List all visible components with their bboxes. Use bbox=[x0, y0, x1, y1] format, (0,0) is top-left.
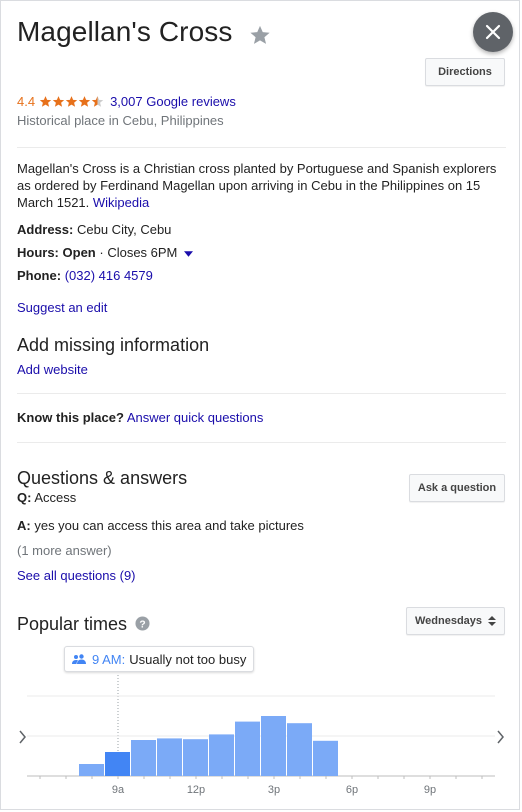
bar-11a[interactable] bbox=[157, 738, 182, 776]
tooltip-text: Usually not too busy bbox=[129, 651, 247, 667]
bar-5p[interactable] bbox=[313, 740, 338, 776]
bar-12p[interactable] bbox=[183, 739, 208, 776]
chevron-right-icon[interactable] bbox=[497, 730, 504, 744]
tooltip-time: 9 AM: bbox=[92, 651, 126, 667]
bar-4p[interactable] bbox=[287, 723, 312, 776]
tick-label-12p: 12p bbox=[187, 784, 205, 796]
tick-label-9a: 9a bbox=[112, 784, 125, 796]
bar-2p[interactable] bbox=[235, 721, 260, 776]
tick-label-3p: 3p bbox=[268, 784, 280, 796]
people-icon bbox=[72, 654, 86, 664]
bar-9a[interactable] bbox=[105, 752, 130, 776]
tick-label-6p: 6p bbox=[346, 784, 358, 796]
bar-1p[interactable] bbox=[209, 734, 234, 776]
popular-times-chart: 9a 12p 3p 6p 9p bbox=[19, 675, 504, 796]
chevron-left-icon[interactable] bbox=[19, 730, 26, 744]
bar-8a[interactable] bbox=[79, 764, 104, 776]
bar-3p[interactable] bbox=[261, 716, 286, 776]
busy-tooltip: 9 AM: Usually not too busy bbox=[64, 646, 255, 672]
bar-10a[interactable] bbox=[131, 740, 156, 776]
tick-label-9p: 9p bbox=[424, 784, 436, 796]
